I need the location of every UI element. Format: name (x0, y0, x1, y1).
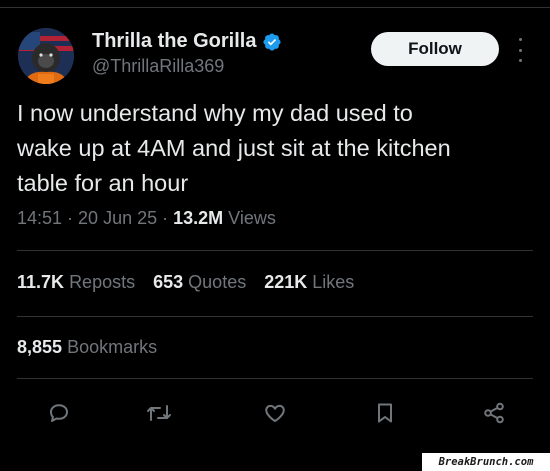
follow-button[interactable]: Follow (371, 32, 499, 66)
likes-count: 221K (264, 272, 308, 292)
views-count: 13.2M (173, 208, 224, 228)
bookmarks-stat[interactable]: 8,855 Bookmarks (17, 337, 157, 358)
bookmarks-count: 8,855 (17, 337, 63, 357)
repost-icon[interactable] (141, 395, 177, 431)
tweet-meta: 14:51 · 20 Jun 25 · 13.2M Views (17, 208, 276, 229)
bookmark-icon[interactable] (367, 395, 403, 431)
quotes-count: 653 (153, 272, 184, 292)
like-icon[interactable] (257, 395, 293, 431)
reply-icon[interactable] (41, 395, 77, 431)
action-bar (0, 395, 550, 431)
top-divider (0, 7, 550, 8)
verified-badge-icon (263, 32, 282, 51)
display-name[interactable]: Thrilla the Gorilla (92, 30, 282, 53)
divider (17, 378, 533, 379)
reposts-label: Reposts (69, 272, 136, 292)
tweet-text: I now understand why my dad used to wake… (17, 100, 451, 196)
avatar[interactable] (18, 28, 74, 84)
watermark: BreakBrunch.com (422, 453, 550, 471)
quotes-stat[interactable]: 653 Quotes (153, 272, 246, 293)
more-options-icon[interactable] (512, 38, 528, 62)
reposts-stat[interactable]: 11.7K Reposts (17, 272, 135, 293)
reposts-count: 11.7K (17, 272, 65, 292)
meta-separator: · (157, 208, 174, 228)
quotes-label: Quotes (188, 272, 247, 292)
user-handle[interactable]: @ThrillaRilla369 (92, 56, 224, 77)
tweet-card: Thrilla the Gorilla @ThrillaRilla369 Fol… (0, 0, 550, 471)
meta-separator: · (62, 208, 79, 228)
tweet-time[interactable]: 14:51 (17, 208, 62, 228)
divider (17, 316, 533, 317)
likes-label: Likes (312, 272, 355, 292)
share-icon[interactable] (476, 395, 512, 431)
display-name-text: Thrilla the Gorilla (92, 30, 257, 52)
likes-stat[interactable]: 221K Likes (264, 272, 354, 293)
views-label: Views (228, 208, 276, 228)
bookmarks-label: Bookmarks (67, 337, 158, 357)
divider (17, 250, 533, 251)
engagement-stats: 11.7K Reposts 653 Quotes 221K Likes (17, 272, 354, 293)
tweet-date[interactable]: 20 Jun 25 (78, 208, 157, 228)
